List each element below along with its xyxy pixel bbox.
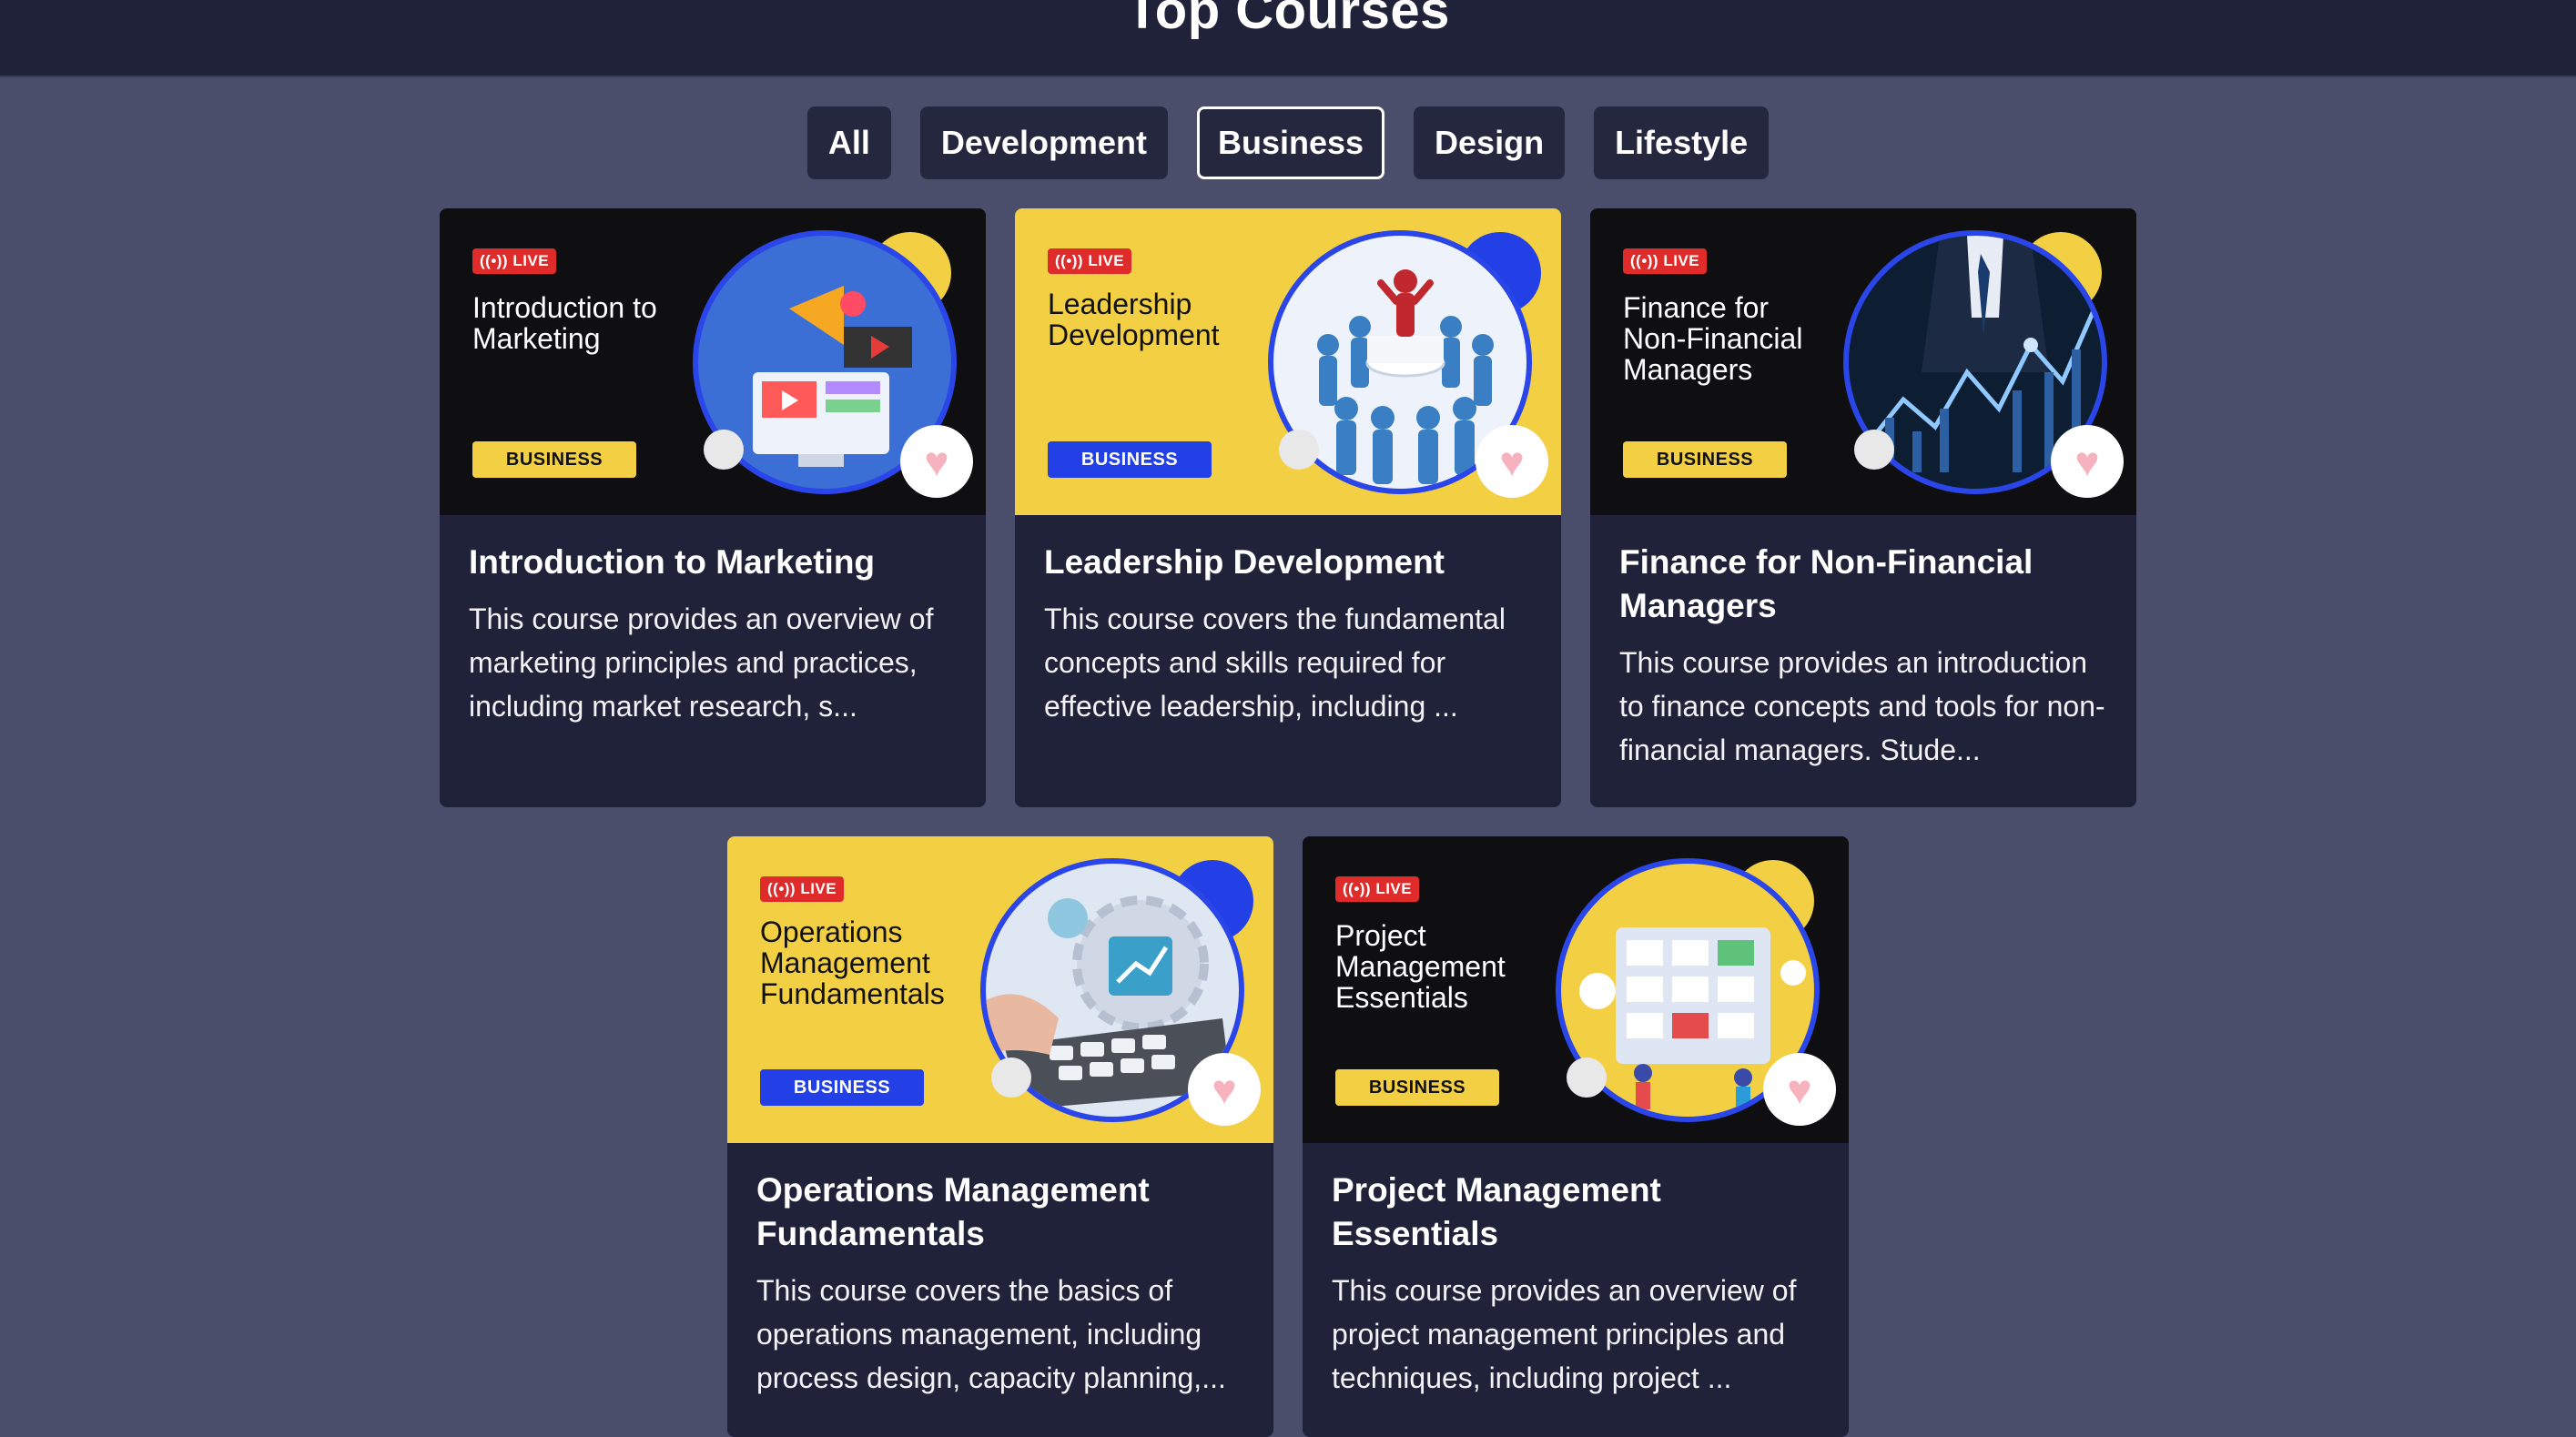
- live-badge: ((•)) LIVE: [760, 876, 845, 902]
- decorative-dot: [1567, 1058, 1607, 1098]
- course-thumbnail: ((•)) LIVE Project Management Essentials…: [1303, 836, 1849, 1143]
- course-card-leadership[interactable]: ((•)) LIVE Leadership Development BUSINE…: [1015, 208, 1561, 807]
- filter-all[interactable]: All: [806, 106, 891, 179]
- heart-icon[interactable]: ♥: [1476, 425, 1548, 498]
- decorative-dot: [1854, 430, 1894, 470]
- course-thumbnail: ((•)) LIVE Leadership Development BUSINE…: [1015, 208, 1561, 515]
- course-description: This course covers the fundamental conce…: [1044, 602, 1506, 723]
- category-badge: BUSINESS: [1623, 441, 1787, 478]
- category-badge: BUSINESS: [760, 1069, 924, 1106]
- heart-icon[interactable]: ♥: [2051, 425, 2124, 498]
- course-description: This course covers the basics of operati…: [756, 1274, 1226, 1394]
- course-description: This course provides an overview of mark…: [469, 602, 934, 723]
- thumbnail-title: Leadership Development: [1048, 288, 1220, 351]
- live-badge: ((•)) LIVE: [1623, 248, 1708, 274]
- live-badge: ((•)) LIVE: [1048, 248, 1132, 274]
- course-thumbnail: ((•)) LIVE Finance for Non-Financial Man…: [1590, 208, 2136, 515]
- filter-design[interactable]: Design: [1414, 106, 1566, 179]
- course-title[interactable]: Operations Management Fundamentals: [756, 1169, 1244, 1256]
- course-card-project-management[interactable]: ((•)) LIVE Project Management Essentials…: [1303, 836, 1849, 1437]
- decorative-dot: [1279, 430, 1319, 470]
- course-description: This course provides an introduction to …: [1619, 646, 2105, 766]
- category-filter-bar: All Development Business Design Lifestyl…: [0, 106, 2576, 179]
- course-thumbnail: ((•)) LIVE Operations Management Fundame…: [727, 836, 1273, 1143]
- course-thumbnail: ((•)) LIVE Introduction to Marketing BUS…: [440, 208, 986, 515]
- live-badge: ((•)) LIVE: [472, 248, 557, 274]
- thumbnail-title: Project Management Essentials: [1335, 919, 1506, 1014]
- category-badge: BUSINESS: [1335, 1069, 1499, 1106]
- heart-icon[interactable]: ♥: [1763, 1053, 1836, 1126]
- decorative-dot: [991, 1058, 1031, 1098]
- category-badge: BUSINESS: [1048, 441, 1212, 478]
- heart-icon[interactable]: ♥: [900, 425, 973, 498]
- thumbnail-title: Introduction to Marketing: [472, 291, 657, 355]
- course-title[interactable]: Finance for Non-Financial Managers: [1619, 541, 2107, 628]
- live-badge: ((•)) LIVE: [1335, 876, 1420, 902]
- category-badge: BUSINESS: [472, 441, 636, 478]
- page-title: Top Courses: [1126, 0, 1450, 40]
- course-title[interactable]: Leadership Development: [1044, 541, 1532, 584]
- thumbnail-title: Operations Management Fundamentals: [760, 916, 945, 1010]
- course-card-operations[interactable]: ((•)) LIVE Operations Management Fundame…: [727, 836, 1273, 1437]
- filter-lifestyle[interactable]: Lifestyle: [1594, 106, 1770, 179]
- course-title[interactable]: Introduction to Marketing: [469, 541, 957, 584]
- heart-icon[interactable]: ♥: [1188, 1053, 1261, 1126]
- filter-business[interactable]: Business: [1196, 106, 1385, 179]
- course-card-marketing[interactable]: ((•)) LIVE Introduction to Marketing BUS…: [440, 208, 986, 807]
- course-description: This course provides an overview of proj…: [1332, 1274, 1797, 1394]
- course-card-finance[interactable]: ((•)) LIVE Finance for Non-Financial Man…: [1590, 208, 2136, 807]
- thumbnail-title: Finance for Non-Financial Managers: [1623, 291, 1803, 386]
- filter-development[interactable]: Development: [919, 106, 1168, 179]
- page-header: Top Courses: [0, 0, 2576, 77]
- decorative-dot: [704, 430, 744, 470]
- course-title[interactable]: Project Management Essentials: [1332, 1169, 1820, 1256]
